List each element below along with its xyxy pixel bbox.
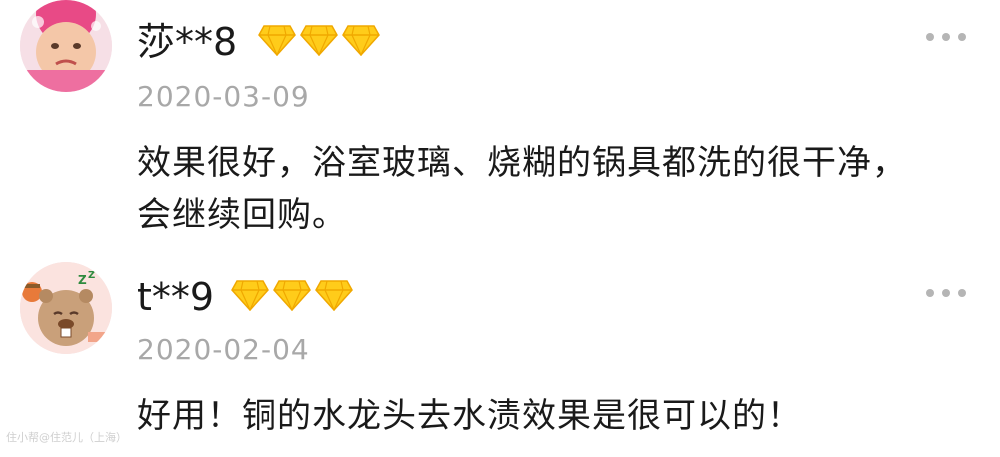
beaver-avatar-icon: Z Z [20,262,112,354]
rating-diamonds [231,279,353,311]
rating-diamonds [258,24,380,56]
review-list: 莎**8 2020-03-09 效果很好，浴室玻璃、烧糊的锅具都洗的很干净，会继… [0,0,1000,457]
svg-text:Z: Z [78,273,87,287]
diamond-icon [300,25,338,56]
review-content: 好用！铜的水龙头去水渍效果是很可以的！ [137,396,802,436]
avatar[interactable]: Z Z [20,262,112,354]
diamond-icon [315,280,353,311]
review-item: 莎**8 2020-03-09 效果很好，浴室玻璃、烧糊的锅具都洗的很干净，会继… [0,0,1000,240]
watermark: 住小帮@住范儿（上海） [6,431,127,444]
diamond-icon [273,280,311,311]
username: t**9 [137,275,215,319]
diamond-icon [231,280,269,311]
review-date: 2020-03-09 [137,80,310,113]
avatar[interactable] [20,0,112,92]
more-options-icon[interactable] [926,32,966,42]
diamond-icon [258,25,296,56]
username: 莎**8 [137,20,238,64]
baby-avatar-icon [20,0,112,92]
svg-text:Z: Z [88,270,95,281]
review-item: Z Z t**9 2020-02-04 好用！铜的水龙头去水渍效果是很可以的！ [0,252,1000,457]
diamond-icon [342,25,380,56]
review-content: 效果很好，浴室玻璃、烧糊的锅具都洗的很干净，会继续回购。 [137,143,907,235]
review-date: 2020-02-04 [137,333,310,366]
more-options-icon[interactable] [926,288,966,298]
